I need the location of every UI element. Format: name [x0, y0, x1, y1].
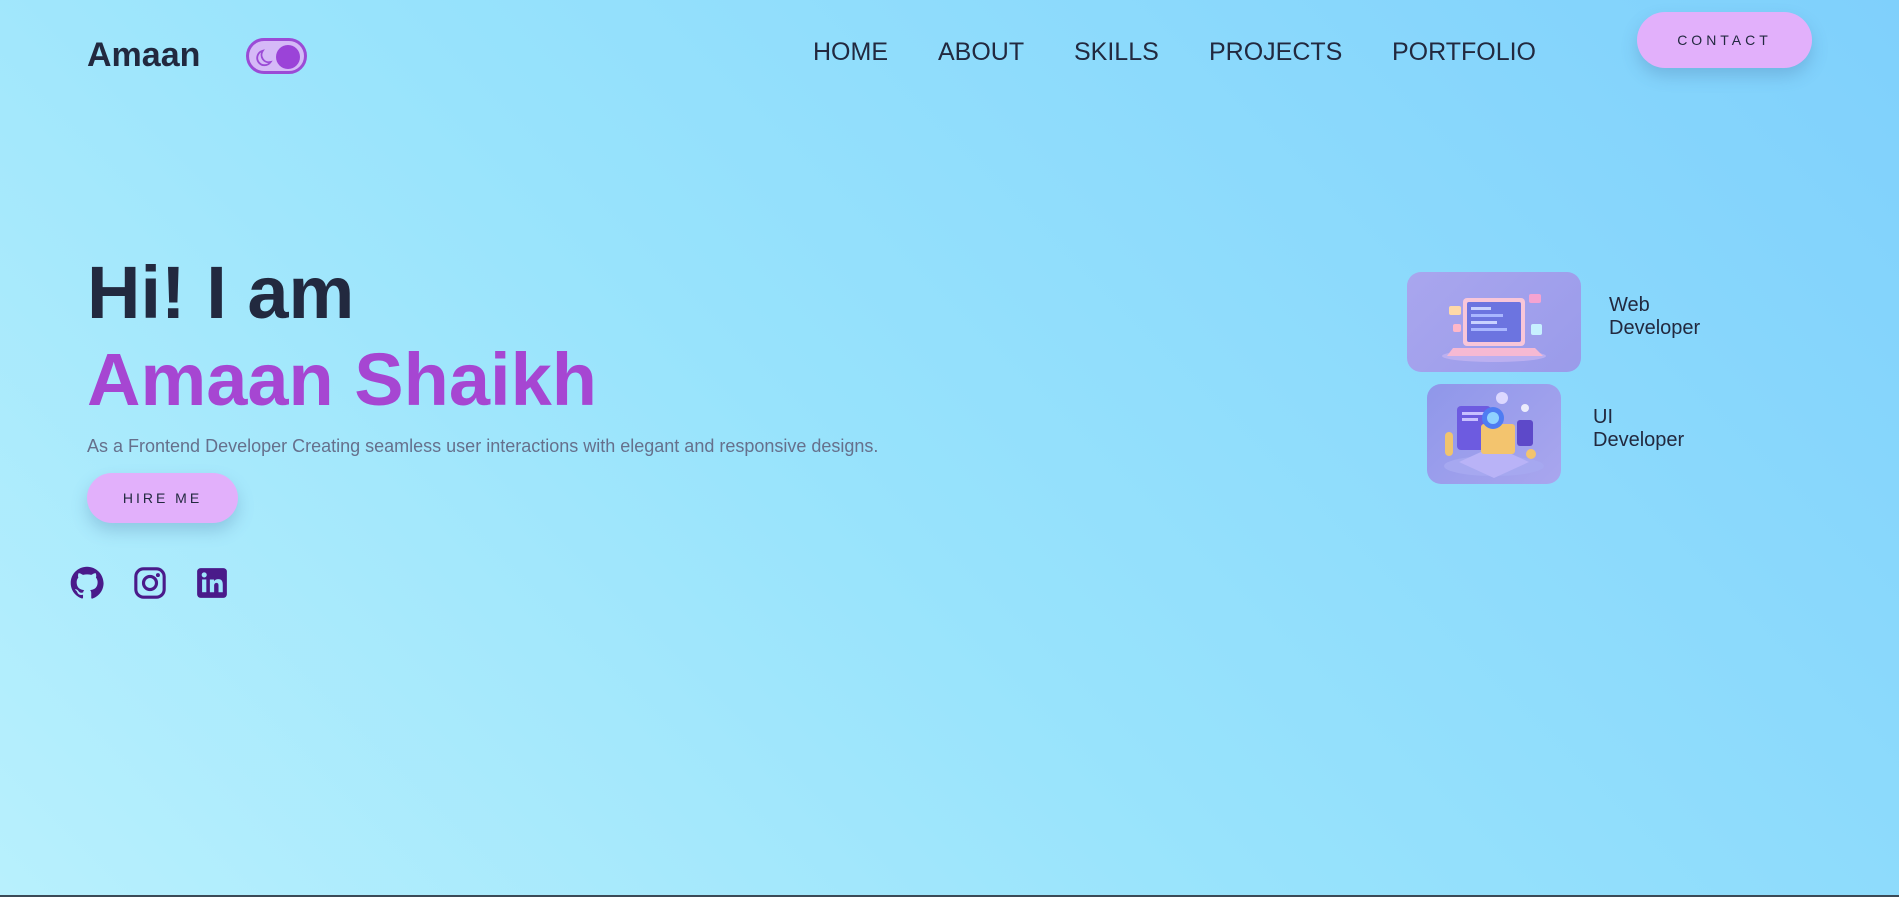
nav-portfolio[interactable]: PORTFOLIO [1392, 38, 1536, 67]
service-line1: UI [1593, 406, 1613, 428]
ui-developer-image [1427, 384, 1561, 484]
service-web-developer: Web Developer [1609, 294, 1700, 340]
github-icon-glyph [70, 566, 104, 599]
hero-name: Amaan Shaikh [87, 338, 597, 421]
nav-skills[interactable]: SKILLS [1074, 38, 1159, 67]
hire-me-button[interactable]: HIRE ME [87, 473, 238, 523]
instagram-icon-glyph [134, 567, 166, 599]
ui-design-illustration [1444, 392, 1544, 478]
contact-button[interactable]: CONTACT [1637, 12, 1812, 68]
service-line2: Developer [1593, 429, 1685, 451]
linkedin-icon[interactable] [195, 566, 229, 600]
service-line1: Web [1609, 294, 1650, 316]
nav-about[interactable]: ABOUT [938, 38, 1024, 67]
service-ui-developer: UI Developer [1593, 406, 1684, 452]
service-line2: Developer [1609, 317, 1701, 339]
github-icon[interactable] [70, 566, 104, 600]
nav-projects[interactable]: PROJECTS [1209, 38, 1342, 67]
linkedin-icon-glyph [197, 568, 227, 598]
web-developer-image [1407, 272, 1581, 372]
nav-home[interactable]: HOME [813, 38, 888, 67]
hero-greeting: Hi! I am [87, 251, 355, 334]
laptop-illustration [1442, 294, 1546, 362]
hero-description: As a Frontend Developer Creating seamles… [87, 436, 879, 456]
instagram-icon[interactable] [133, 566, 167, 600]
main-nav: HOME ABOUT SKILLS PROJECTS PORTFOLIO [0, 38, 1899, 68]
